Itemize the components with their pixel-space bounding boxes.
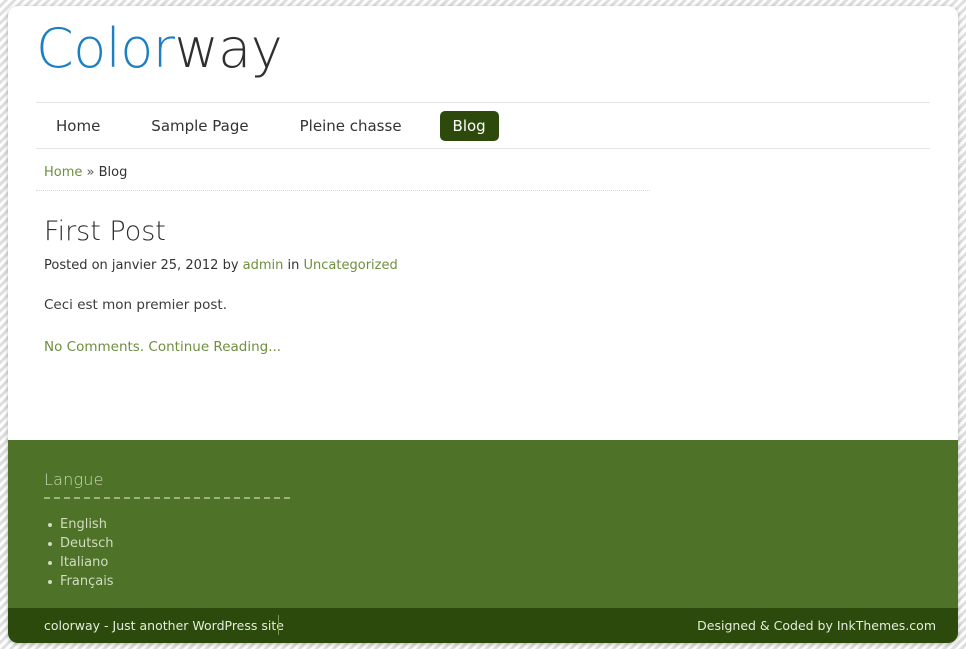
site-tagline: colorway - Just another WordPress site: [44, 618, 284, 633]
bottom-bar: colorway - Just another WordPress site D…: [8, 608, 958, 643]
footer-widget-langue: Langue English Deutsch Italiano Français: [44, 470, 292, 591]
bottom-bar-divider: [278, 615, 279, 635]
post-content: First Post Posted on janvier 25, 2012 by…: [36, 191, 930, 355]
site-footer: Langue English Deutsch Italiano Français: [8, 440, 958, 608]
footer-widget-title: Langue: [44, 470, 104, 489]
post-meta-by: by: [222, 257, 239, 273]
credits-link[interactable]: Designed & Coded by InkThemes.com: [697, 618, 936, 633]
post-date: janvier 25, 2012: [111, 257, 219, 273]
post-continue-reading-link[interactable]: Continue Reading...: [148, 339, 281, 355]
site-logo[interactable]: Colorway: [36, 22, 283, 76]
footer-language-english[interactable]: English: [44, 515, 292, 534]
post-title: First Post: [44, 216, 166, 247]
footer-widget-list: English Deutsch Italiano Français: [44, 515, 292, 591]
breadcrumb-current: Blog: [98, 165, 128, 180]
post-meta-in: in: [287, 257, 300, 273]
footer-widget-divider: [44, 497, 290, 499]
primary-navigation: Home Sample Page Pleine chasse Blog: [36, 102, 930, 149]
site-header: Colorway: [8, 6, 958, 102]
nav-item-home[interactable]: Home: [43, 111, 113, 141]
breadcrumb-link-home[interactable]: Home: [44, 165, 82, 180]
post-body-text: Ceci est mon premier post.: [44, 296, 228, 313]
nav-item-sample-page[interactable]: Sample Page: [138, 111, 261, 141]
post-author-link[interactable]: admin: [243, 258, 284, 273]
post-category-link[interactable]: Uncategorized: [304, 258, 398, 273]
nav-item-pleine-chasse[interactable]: Pleine chasse: [287, 111, 415, 141]
logo-text-secondary: way: [174, 17, 283, 80]
post-meta-prefix: Posted on: [44, 257, 108, 273]
nav-item-blog[interactable]: Blog: [439, 110, 499, 141]
post-footer-links: No Comments. Continue Reading...: [44, 339, 922, 355]
credits: Designed & Coded by InkThemes.com: [697, 618, 936, 633]
post-meta: Posted on janvier 25, 2012 by admin in U…: [44, 258, 922, 273]
footer-language-francais[interactable]: Français: [44, 572, 292, 591]
logo-text-primary: Color: [36, 17, 175, 80]
breadcrumb-separator: »: [86, 165, 95, 180]
nav-list: Home Sample Page Pleine chasse Blog: [36, 103, 930, 148]
breadcrumb: Home » Blog: [36, 149, 650, 191]
page-container: Colorway Home Sample Page Pleine chasse …: [8, 6, 958, 643]
footer-language-italiano[interactable]: Italiano: [44, 553, 292, 572]
post-comments-link[interactable]: No Comments.: [44, 339, 144, 355]
footer-language-deutsch[interactable]: Deutsch: [44, 534, 292, 553]
